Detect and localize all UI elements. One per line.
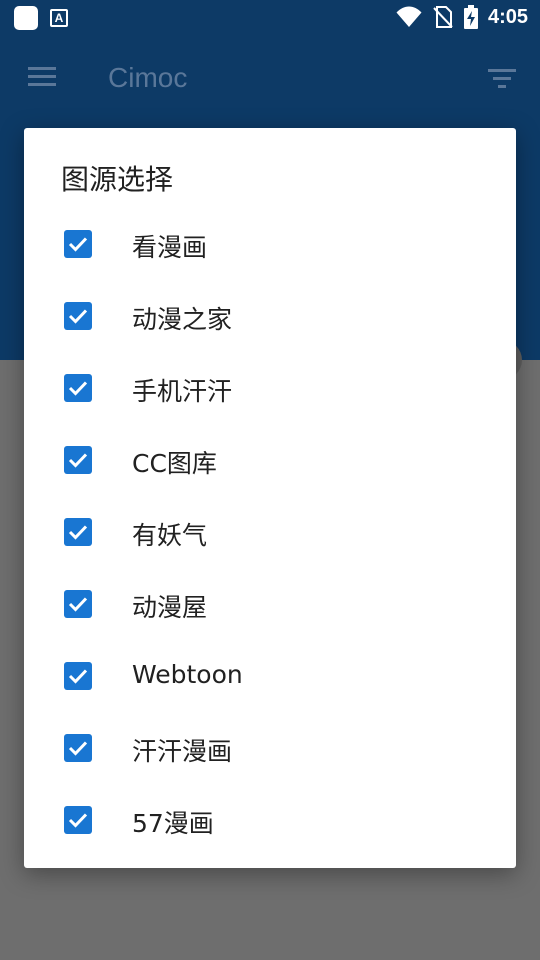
source-option-label: CC图库: [132, 449, 217, 478]
source-option-label: 汗汗漫画: [132, 737, 233, 766]
checkbox-checked-icon[interactable]: [64, 734, 92, 762]
filter-icon[interactable]: [488, 68, 518, 90]
source-option[interactable]: 汗汗漫画: [24, 712, 516, 784]
source-option[interactable]: 动漫屋: [24, 568, 516, 640]
source-option-label: Webtoon: [132, 660, 243, 689]
source-option[interactable]: Webtoon: [24, 640, 516, 712]
source-option-label: 有妖气: [132, 521, 208, 550]
checkbox-checked-icon[interactable]: [64, 230, 92, 258]
source-option[interactable]: 看漫画: [24, 208, 516, 280]
source-option[interactable]: 动漫之家: [24, 280, 516, 352]
system-icons: 4:05: [396, 5, 528, 29]
checkbox-checked-icon[interactable]: [64, 806, 92, 834]
source-option-label: 动漫屋: [132, 593, 208, 622]
source-select-dialog: 图源选择 看漫画 动漫之家 手机汗汗 CC图库 有妖气 动漫屋 Webtoon …: [24, 128, 516, 868]
battery-charging-icon: [463, 5, 478, 29]
source-options-list: 看漫画 动漫之家 手机汗汗 CC图库 有妖气 动漫屋 Webtoon 汗汗漫画 …: [24, 208, 516, 856]
checkbox-checked-icon[interactable]: [64, 662, 92, 690]
checkbox-checked-icon[interactable]: [64, 302, 92, 330]
source-option[interactable]: 57漫画: [24, 784, 516, 856]
no-sim-icon: [433, 6, 453, 28]
source-option[interactable]: 有妖气: [24, 496, 516, 568]
source-option[interactable]: CC图库: [24, 424, 516, 496]
source-option-label: 手机汗汗: [132, 377, 233, 406]
source-option-label: 动漫之家: [132, 305, 233, 334]
source-option[interactable]: 手机汗汗: [24, 352, 516, 424]
wifi-icon: [396, 6, 422, 27]
checkbox-checked-icon[interactable]: [64, 374, 92, 402]
source-option-label: 57漫画: [132, 809, 214, 838]
status-bar: A 4:05: [0, 0, 540, 36]
dialog-title: 图源选择: [61, 163, 174, 196]
notification-icons: A: [14, 6, 68, 30]
checkbox-checked-icon[interactable]: [64, 590, 92, 618]
app-title: Cimoc: [108, 62, 188, 93]
text-a-icon: A: [50, 9, 68, 27]
status-time: 4:05: [487, 5, 528, 28]
checkbox-checked-icon[interactable]: [64, 446, 92, 474]
checkbox-checked-icon[interactable]: [64, 518, 92, 546]
menu-icon[interactable]: [28, 66, 58, 88]
app-square-icon: [14, 6, 38, 30]
source-option-label: 看漫画: [132, 233, 208, 262]
